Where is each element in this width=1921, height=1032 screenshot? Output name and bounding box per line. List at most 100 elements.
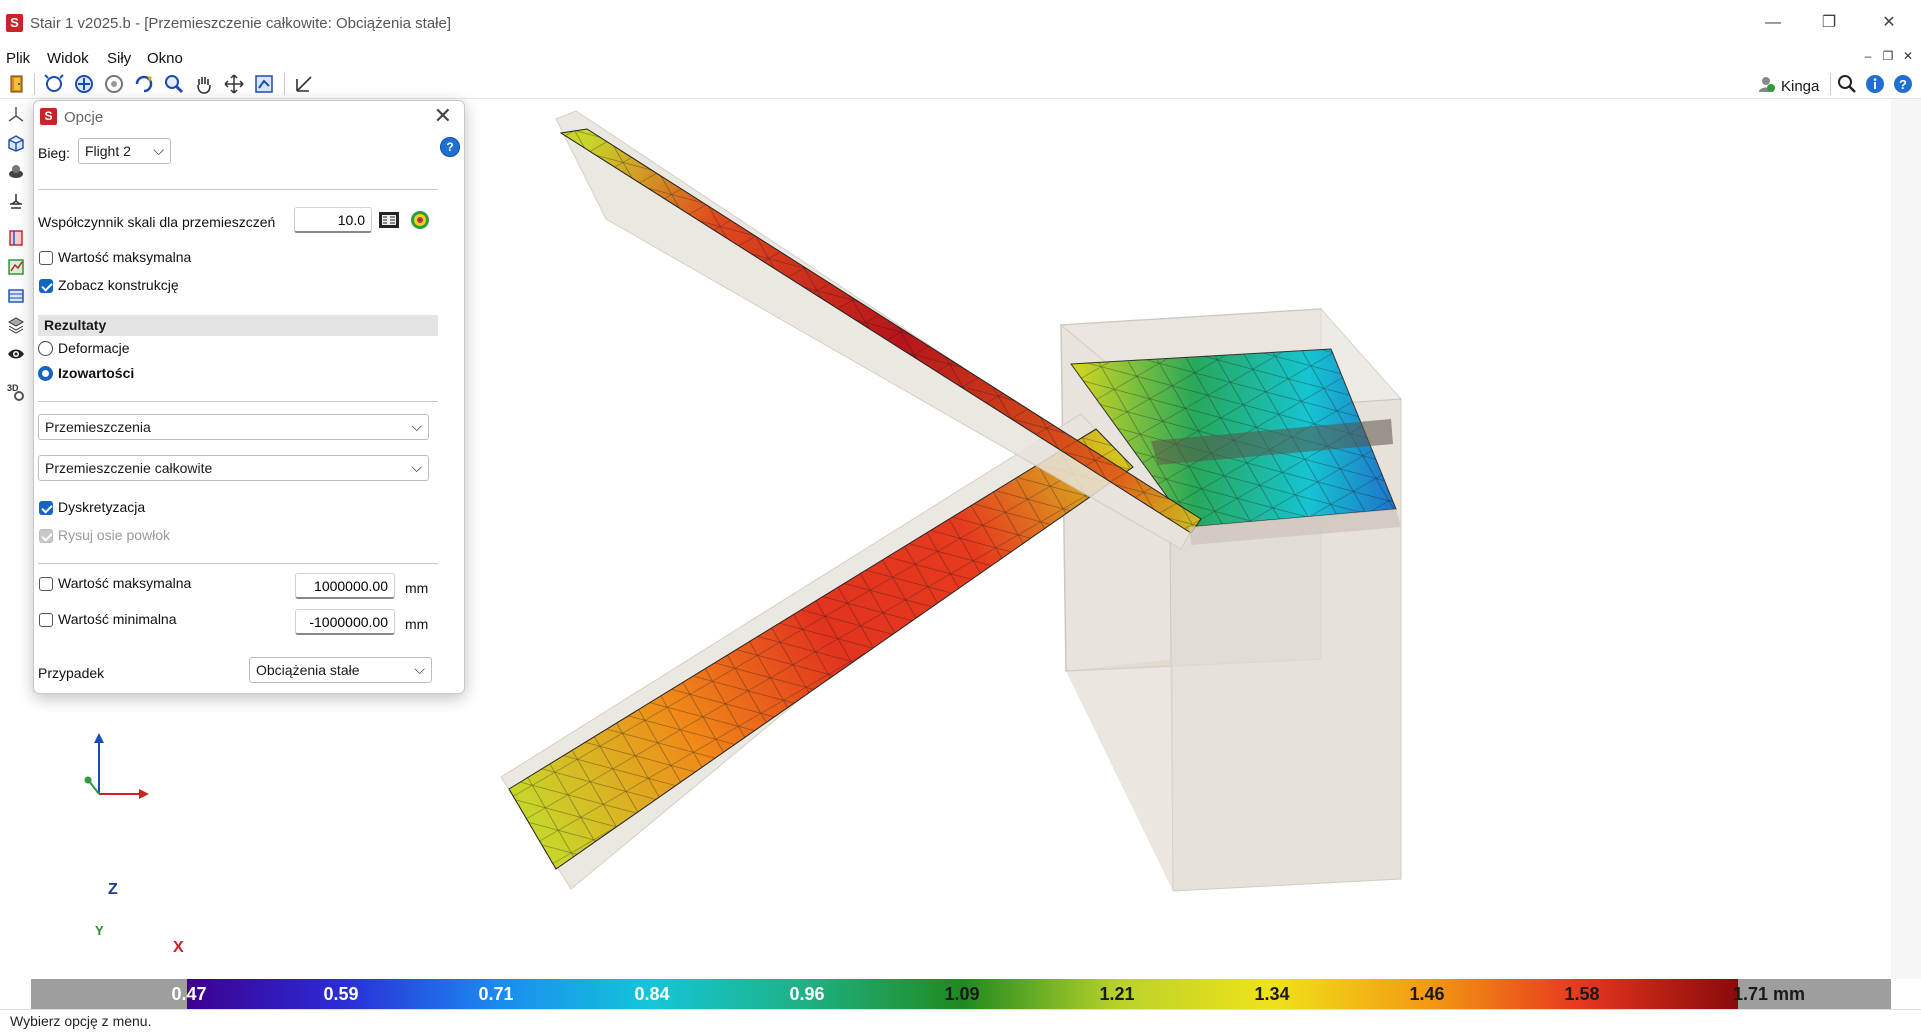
legend-label: 0.84 (634, 984, 670, 1004)
color-map-icon[interactable] (410, 210, 430, 233)
animation-icon[interactable] (378, 210, 400, 233)
scale-factor-label: Współczynnik skali dla przemieszczeń (38, 214, 276, 230)
case-label: Przypadek (38, 665, 105, 681)
axis-tool-icon[interactable] (5, 103, 27, 125)
max-value-checkbox[interactable] (39, 251, 53, 265)
3d-settings-icon[interactable]: 3D (5, 381, 27, 403)
section-icon[interactable] (5, 227, 27, 249)
view-3d-icon[interactable] (252, 72, 276, 96)
limit-min-input[interactable] (295, 609, 395, 635)
legend-label: 1.71 mm (1732, 984, 1806, 1004)
menu-sily[interactable]: Siły (107, 50, 131, 67)
eye-icon[interactable] (5, 343, 27, 365)
limit-min-unit: mm (405, 616, 429, 632)
rotate-icon[interactable] (132, 72, 156, 96)
right-margin (1891, 99, 1921, 979)
mdi-restore-button[interactable]: ❐ (1880, 48, 1896, 64)
menu-plik[interactable]: Plik (6, 50, 30, 67)
legend-label: 0.59 (323, 984, 359, 1004)
flight-select[interactable]: Flight 2 ⌵ (78, 138, 171, 164)
discretization-checkbox[interactable] (39, 501, 53, 515)
chevron-down-icon: ⌵ (411, 459, 422, 475)
quantity-select[interactable]: Przemieszczenia ⌵ (38, 414, 429, 440)
user-icon (1756, 74, 1776, 98)
shell-axes-checkbox (39, 529, 53, 543)
legend-label: 0.96 (789, 984, 825, 1004)
discretization-label: Dyskretyzacja (58, 499, 146, 515)
quantity-select-value: Przemieszczenia (45, 419, 151, 435)
limit-max-input[interactable] (295, 573, 395, 599)
chevron-down-icon: ⌵ (411, 418, 422, 434)
toolbar (0, 70, 1921, 99)
limit-max-unit: mm (405, 580, 429, 596)
case-select[interactable]: Obciążenia stałe ⌵ (249, 657, 432, 683)
menu-okno[interactable]: Okno (147, 50, 183, 67)
menu-widok[interactable]: Widok (47, 50, 89, 67)
scale-factor-input[interactable] (294, 207, 372, 233)
restore-button[interactable]: ❐ (1806, 10, 1852, 36)
radio-deformation-label: Deformacje (58, 340, 130, 356)
support-icon[interactable] (5, 190, 27, 212)
close-icon[interactable]: ✕ (434, 105, 452, 127)
legend-label: 1.34 (1254, 984, 1290, 1004)
radio-deformation[interactable] (38, 341, 53, 356)
zoom-window-icon[interactable] (102, 72, 126, 96)
status-bar: Wybierz opcję z menu. (0, 1009, 1921, 1032)
info-icon[interactable] (1863, 72, 1887, 96)
menu-bar: Plik Widok Siły Okno (0, 46, 1921, 70)
move-icon[interactable] (222, 72, 246, 96)
shell-axes-label: Rysuj osie powłok (58, 527, 171, 543)
component-select-value: Przemieszczenie całkowite (45, 460, 213, 476)
help-icon[interactable]: ? (440, 137, 460, 157)
help-icon[interactable]: ? (1891, 72, 1915, 96)
render-icon[interactable] (5, 161, 27, 183)
layers-icon[interactable] (5, 314, 27, 336)
mdi-minimize-button[interactable]: – (1860, 48, 1876, 64)
zoom-region-icon[interactable] (162, 72, 186, 96)
chevron-down-icon: ⌵ (153, 142, 164, 158)
axis-y-label: Y (95, 923, 104, 938)
user-account[interactable]: Kinga (1756, 74, 1819, 98)
legend-label: 0.47 (171, 984, 207, 1004)
zoom-all-icon[interactable] (42, 72, 66, 96)
limit-min-checkbox[interactable] (39, 613, 53, 627)
chevron-down-icon: ⌵ (414, 661, 425, 677)
axis-z-label: Z (108, 881, 118, 898)
component-select[interactable]: Przemieszczenie całkowite ⌵ (38, 455, 429, 481)
status-text: Wybierz opcję z menu. (10, 1013, 152, 1029)
left-toolbar: 3D (0, 99, 31, 999)
user-name: Kinga (1781, 77, 1820, 95)
search-icon[interactable] (1835, 72, 1859, 96)
case-select-value: Obciążenia stałe (256, 662, 360, 678)
pan-hand-icon[interactable] (192, 72, 216, 96)
axis-x-label: X (173, 939, 184, 956)
limit-min-label: Wartość minimalna (58, 611, 177, 627)
radio-isovalues[interactable] (38, 366, 53, 381)
radio-isovalues-label: Izowartości (58, 365, 135, 381)
flight-label: Bieg: (38, 145, 70, 161)
show-structure-label: Zobacz konstrukcję (58, 277, 179, 293)
close-button[interactable]: ✕ (1866, 10, 1912, 36)
options-panel: S Opcje ✕ ? Bieg: Flight 2 ⌵ Współczynni… (33, 100, 465, 694)
legend-label: 0.71 (478, 984, 514, 1004)
box-view-icon[interactable] (5, 132, 27, 154)
show-structure-checkbox[interactable] (39, 279, 53, 293)
table-icon[interactable] (5, 285, 27, 307)
window-title: Stair 1 v2025.b - [Przemieszczenie całko… (30, 15, 452, 32)
legend-label: 1.09 (944, 984, 980, 1004)
limit-max-checkbox[interactable] (39, 577, 53, 591)
mdi-close-button[interactable]: ✕ (1900, 48, 1916, 64)
minimize-button[interactable]: — (1750, 10, 1796, 36)
results-section-header: Rezultaty (38, 315, 438, 336)
svg-text:?: ? (1899, 77, 1907, 92)
legend-label: 1.21 (1099, 984, 1135, 1004)
options-panel-header: S Opcje ✕ (34, 101, 464, 133)
axes-gizmo (84, 733, 149, 799)
zoom-fit-icon[interactable] (72, 72, 96, 96)
color-legend: 0.47 0.59 0.71 0.84 0.96 1.09 1.21 1.34 … (31, 979, 1891, 1009)
exit-door-icon[interactable] (5, 72, 29, 96)
chart-icon[interactable] (5, 256, 27, 278)
title-bar: S Stair 1 v2025.b - [Przemieszczenie cał… (0, 0, 1921, 47)
axes-icon[interactable] (292, 72, 316, 96)
options-panel-title: Opcje (64, 109, 104, 126)
